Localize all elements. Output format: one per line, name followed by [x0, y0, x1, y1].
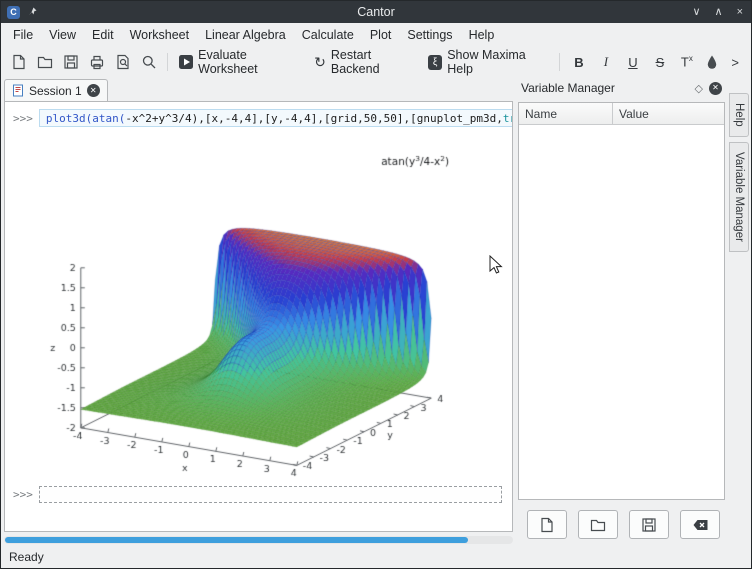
- vm-clear-button[interactable]: [680, 510, 720, 539]
- find-button[interactable]: [136, 51, 162, 73]
- menu-view[interactable]: View: [41, 25, 84, 45]
- print-button[interactable]: [84, 51, 110, 73]
- strikethrough-button[interactable]: S: [646, 52, 673, 73]
- bold-button[interactable]: B: [565, 52, 592, 73]
- command-prompt: >>>: [13, 112, 33, 125]
- new-file-icon: [11, 54, 27, 70]
- session-tab[interactable]: Session 1 ✕: [4, 79, 108, 101]
- text-color-button[interactable]: [700, 51, 724, 73]
- vm-new-button[interactable]: [527, 510, 567, 539]
- horizontal-scrollbar[interactable]: [4, 536, 513, 544]
- maximize-button[interactable]: ∧: [715, 1, 723, 23]
- session-tab-label: Session 1: [29, 84, 82, 98]
- worksheet: >>> plot3d(atan(-x^2+y^3/4),[x,-4,4],[y,…: [4, 101, 513, 532]
- print-preview-icon: [115, 54, 131, 70]
- command-entry[interactable]: plot3d(atan(-x^2+y^3/4),[x,-4,4],[y,-4,4…: [39, 109, 513, 127]
- toolbar: Evaluate Worksheet ↻ Restart Backend ξ S…: [1, 47, 751, 77]
- restart-backend-button[interactable]: ↻ Restart Backend: [309, 45, 423, 79]
- save-icon: [63, 54, 79, 70]
- underline-button[interactable]: U: [619, 52, 646, 73]
- maxima-help-label: Show Maxima Help: [447, 48, 549, 76]
- evaluate-label: Evaluate Worksheet: [198, 48, 304, 76]
- evaluate-worksheet-button[interactable]: Evaluate Worksheet: [173, 45, 309, 79]
- worksheet-doc-icon: [12, 84, 24, 97]
- cantor-window: C Cantor ∨ ∧ × File View Edit Worksheet …: [0, 0, 752, 569]
- menu-help[interactable]: Help: [461, 25, 503, 45]
- menubar: File View Edit Worksheet Linear Algebra …: [1, 23, 751, 47]
- italic-button[interactable]: I: [592, 51, 619, 73]
- restart-label: Restart Backend: [331, 48, 418, 76]
- scrollbar-thumb[interactable]: [5, 537, 468, 543]
- window-title: Cantor: [1, 5, 751, 19]
- open-button[interactable]: [32, 51, 58, 73]
- clear-variables-icon: [692, 517, 709, 533]
- session-tabbar: Session 1 ✕: [4, 77, 513, 101]
- titlebar: C Cantor ∨ ∧ ×: [1, 1, 751, 23]
- play-icon: [178, 54, 193, 70]
- maxima-help-icon: ξ: [428, 55, 442, 70]
- menu-worksheet[interactable]: Worksheet: [122, 25, 198, 45]
- new-file-icon: [539, 517, 555, 533]
- main-area: Session 1 ✕ >>> plot3d(atan(-x^2+y^3/4),…: [1, 77, 751, 546]
- command-token: -x^2+y^3/4),[x,-4,4],[y,-4,4],[grid,50,5…: [125, 112, 503, 125]
- show-maxima-help-button[interactable]: ξ Show Maxima Help: [423, 45, 554, 79]
- ink-droplet-icon: [705, 54, 719, 70]
- toolbar-overflow-button[interactable]: >: [724, 53, 746, 72]
- side-tab-help[interactable]: Help: [729, 93, 749, 137]
- open-folder-icon: [37, 54, 53, 70]
- menu-settings[interactable]: Settings: [399, 25, 460, 45]
- close-button[interactable]: ×: [737, 1, 743, 23]
- tab-close-icon[interactable]: ✕: [87, 84, 100, 97]
- print-icon: [89, 54, 105, 70]
- new-worksheet-button[interactable]: [6, 51, 32, 73]
- save-icon: [641, 517, 657, 533]
- column-header-name: Name: [519, 103, 613, 124]
- menu-file[interactable]: File: [5, 25, 41, 45]
- search-icon: [141, 54, 157, 70]
- side-tab-strip: Help Variable Manager: [728, 77, 751, 546]
- save-button[interactable]: [58, 51, 84, 73]
- menu-calculate[interactable]: Calculate: [294, 25, 362, 45]
- toolbar-separator: [167, 53, 168, 71]
- command-prompt-2: >>>: [13, 488, 33, 501]
- print-preview-button[interactable]: [110, 51, 136, 73]
- command-token: plot3d(: [46, 112, 92, 125]
- minimize-button[interactable]: ∨: [692, 1, 700, 23]
- worksheet-panel: Session 1 ✕ >>> plot3d(atan(-x^2+y^3/4),…: [4, 77, 513, 546]
- column-header-value: Value: [613, 107, 649, 121]
- variable-manager-panel: Variable Manager ◇ ✕ Name Value: [517, 78, 726, 544]
- command-token: true: [503, 112, 513, 125]
- menu-plot[interactable]: Plot: [362, 25, 400, 45]
- variable-manager-toolbar: [527, 510, 720, 538]
- menu-linear-algebra[interactable]: Linear Algebra: [197, 25, 294, 45]
- vm-load-button[interactable]: [578, 510, 618, 539]
- statusbar: Ready: [1, 546, 751, 568]
- detach-panel-icon[interactable]: ◇: [695, 82, 703, 95]
- status-text: Ready: [9, 550, 44, 564]
- toolbar-separator: [559, 53, 560, 71]
- panel-close-icon[interactable]: ✕: [709, 82, 722, 95]
- command-token: atan(: [92, 112, 125, 125]
- menu-edit[interactable]: Edit: [84, 25, 122, 45]
- side-tab-variable-manager[interactable]: Variable Manager: [729, 142, 749, 252]
- variable-manager-title: Variable Manager: [521, 81, 689, 95]
- restart-icon: ↻: [314, 54, 326, 70]
- plot3d-output-image: [31, 137, 501, 482]
- command-text: plot3d(atan(-x^2+y^3/4),[x,-4,4],[y,-4,4…: [46, 112, 513, 125]
- superscript-button[interactable]: Tx: [673, 51, 700, 72]
- variables-table: Name Value: [518, 102, 725, 500]
- empty-command-entry[interactable]: [39, 486, 502, 503]
- open-folder-icon: [590, 517, 606, 533]
- vm-save-button[interactable]: [629, 510, 669, 539]
